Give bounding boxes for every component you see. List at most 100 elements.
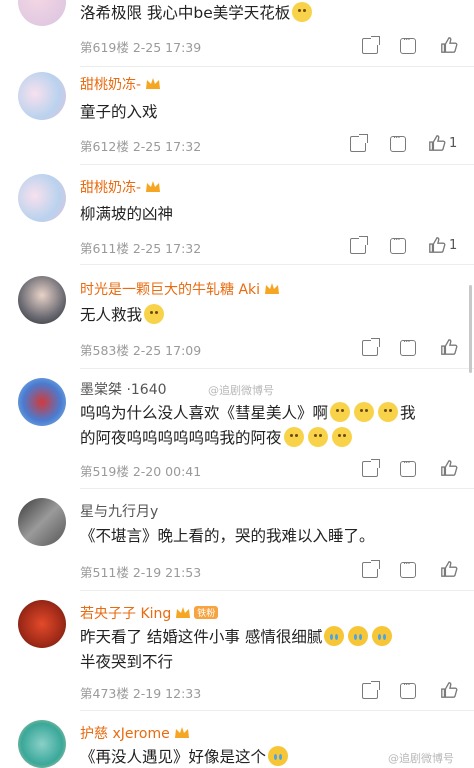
- divider: [80, 66, 474, 67]
- share-icon: [362, 338, 380, 356]
- emoji-icon: [354, 402, 375, 422]
- username[interactable]: 甜桃奶冻-: [80, 177, 161, 197]
- username[interactable]: 护慈 xJerome: [80, 723, 190, 743]
- share-icon: [350, 134, 368, 152]
- like-button[interactable]: [440, 680, 458, 700]
- reply-button[interactable]: [400, 680, 416, 701]
- share-button[interactable]: [362, 338, 380, 358]
- like-button[interactable]: 1: [428, 133, 457, 153]
- comment-item: 星与九行月y 《不堪言》晚上看的，哭的我难以入睡了。 第511楼 2-19 21…: [0, 498, 474, 591]
- like-count: 1: [449, 237, 458, 253]
- username[interactable]: 甜桃奶冻-: [80, 74, 161, 94]
- emoji-icon: [268, 746, 289, 766]
- comment-text: 童子的入戏: [80, 103, 158, 121]
- crown-icon: [174, 727, 189, 738]
- crown-icon: [265, 283, 280, 294]
- share-icon: [350, 236, 368, 254]
- reply-button[interactable]: [400, 458, 416, 479]
- comment-item: 时光是一颗巨大的牛轧糖 Aki 无人救我 第583楼 2-25 17:09: [0, 276, 474, 369]
- reply-button[interactable]: [400, 559, 416, 580]
- comment-meta: 第473楼 2-19 12:33: [80, 686, 202, 701]
- username[interactable]: 星与九行月y: [80, 501, 158, 521]
- like-button[interactable]: [440, 337, 458, 357]
- divider: [80, 710, 474, 711]
- like-button[interactable]: [440, 559, 458, 579]
- like-icon: [429, 237, 446, 253]
- comment-icon: [400, 559, 416, 578]
- avatar[interactable]: [18, 72, 66, 120]
- comment-icon: [390, 235, 406, 254]
- watermark: @追剧微博号: [208, 384, 274, 397]
- emoji-icon: [348, 626, 369, 646]
- watermark: @追剧微博号: [388, 752, 454, 765]
- comment-icon: [400, 35, 416, 54]
- username[interactable]: 若央子子 King 铁粉: [80, 603, 219, 623]
- avatar[interactable]: [18, 600, 66, 648]
- fan-badge: 铁粉: [194, 606, 219, 619]
- avatar[interactable]: [18, 174, 66, 222]
- emoji-icon: [331, 427, 352, 447]
- like-icon: [441, 682, 458, 698]
- comment-meta: 第511楼 2-19 21:53: [80, 565, 202, 580]
- like-icon: [441, 37, 458, 53]
- like-button[interactable]: [440, 458, 458, 478]
- share-icon: [362, 560, 380, 578]
- emoji-icon: [283, 427, 304, 447]
- share-button[interactable]: [362, 36, 380, 56]
- comment-icon: [400, 680, 416, 699]
- emoji-icon: [292, 2, 313, 22]
- comment-meta: 第612楼 2-25 17:32: [80, 139, 202, 154]
- crown-icon: [176, 607, 191, 618]
- like-icon: [441, 339, 458, 355]
- divider: [80, 590, 474, 591]
- comment-icon: [400, 458, 416, 477]
- divider: [80, 368, 474, 369]
- scrollbar[interactable]: [469, 285, 472, 373]
- comment-text: 无人救我: [80, 303, 446, 328]
- comment-text: 昨天看了 结婚这件小事 感情很细腻 半夜哭到不行: [80, 625, 446, 675]
- comment-item: 洛希极限 我心中be美学天花板 第619楼 2-25 17:39: [0, 0, 474, 67]
- share-button[interactable]: [350, 236, 368, 256]
- reply-button[interactable]: [390, 133, 406, 154]
- comment-item: 甜桃奶冻- 柳满坡的凶神 第611楼 2-25 17:32 1: [0, 174, 474, 266]
- reply-button[interactable]: [400, 337, 416, 358]
- comment-item: 墨棠桀 ·1640 @追剧微博号 呜呜为什么没人喜欢《彗星美人》啊我 的阿夜呜呜…: [0, 378, 474, 489]
- like-button[interactable]: [440, 35, 458, 55]
- avatar[interactable]: [18, 498, 66, 546]
- like-button[interactable]: 1: [428, 235, 457, 255]
- share-button[interactable]: [362, 459, 380, 479]
- comment-text: 柳满坡的凶神: [80, 205, 174, 223]
- comment-meta: 第619楼 2-25 17:39: [80, 40, 202, 55]
- username[interactable]: 墨棠桀 ·1640: [80, 379, 167, 399]
- avatar[interactable]: [18, 276, 66, 324]
- comment-item: 若央子子 King 铁粉 昨天看了 结婚这件小事 感情很细腻 半夜哭到不行 第47…: [0, 600, 474, 711]
- emoji-icon: [330, 402, 351, 422]
- emoji-icon: [307, 427, 328, 447]
- emoji-icon: [372, 626, 393, 646]
- crown-icon: [146, 78, 161, 89]
- comment-icon: [390, 133, 406, 152]
- share-button[interactable]: [350, 134, 368, 154]
- comment-meta: 第611楼 2-25 17:32: [80, 241, 202, 256]
- share-button[interactable]: [362, 681, 380, 701]
- comment-text: 洛希极限 我心中be美学天花板: [80, 1, 446, 26]
- emoji-icon: [378, 402, 399, 422]
- emoji-icon: [144, 304, 165, 324]
- username[interactable]: 时光是一颗巨大的牛轧糖 Aki: [80, 279, 280, 299]
- comment-text: 呜呜为什么没人喜欢《彗星美人》啊我 的阿夜呜呜呜呜呜呜我的阿夜: [80, 402, 416, 447]
- avatar[interactable]: [18, 0, 66, 26]
- avatar[interactable]: [18, 378, 66, 426]
- divider: [80, 164, 474, 165]
- reply-button[interactable]: [390, 235, 406, 256]
- crown-icon: [146, 181, 161, 192]
- emoji-icon: [324, 626, 345, 646]
- divider: [80, 488, 474, 489]
- like-count: 1: [449, 135, 458, 151]
- reply-button[interactable]: [400, 35, 416, 56]
- avatar[interactable]: [18, 720, 66, 768]
- share-button[interactable]: [362, 560, 380, 580]
- like-icon: [441, 460, 458, 476]
- share-icon: [362, 681, 380, 699]
- share-icon: [362, 459, 380, 477]
- divider: [80, 264, 474, 265]
